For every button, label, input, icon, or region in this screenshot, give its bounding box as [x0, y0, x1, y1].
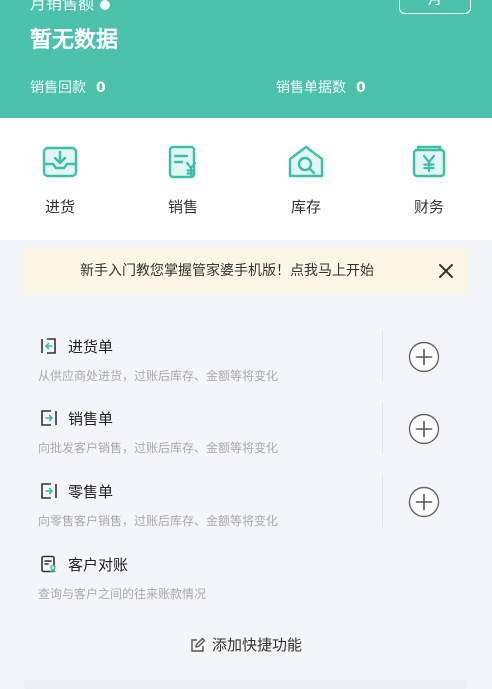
stat-value: 0: [96, 80, 106, 96]
card-title: 进货单: [68, 338, 114, 356]
next-section-card: [24, 680, 467, 689]
notice-text: 新手入门教您掌握管家婆手机版！点我马上开始: [80, 263, 374, 279]
finance-yen-icon: [412, 145, 446, 178]
stat-sales-receipt: 销售回款 0: [30, 77, 106, 97]
arrow-out-doc-icon: [41, 483, 57, 499]
card-divider: [382, 475, 383, 527]
quicknav-sales[interactable]: 销售: [143, 142, 223, 217]
info-dot-icon: [100, 0, 111, 10]
dashboard-header: 月销售额 月 暂无数据 销售回款 0 销售单据数 0: [0, 0, 492, 118]
add-retail-order-button[interactable]: [408, 486, 440, 518]
card-divider: [382, 402, 383, 454]
sales-summary-title: 暂无数据: [30, 28, 119, 53]
card-title: 客户对账: [68, 556, 129, 574]
add-shortcut-label: 添加快捷功能: [211, 636, 302, 654]
card-description: 向批发客户销售，过账后库存、金额等将变化: [38, 441, 279, 455]
inbox-download-icon: [42, 146, 78, 178]
card-description: 从供应商处进货，过账后库存、金额等将变化: [38, 369, 279, 383]
quicknav-label: 财务: [413, 198, 444, 216]
sales-doc-yen-icon: [168, 145, 197, 179]
stat-value: 0: [356, 80, 366, 96]
onboarding-notice[interactable]: 新手入门教您掌握管家婆手机版！点我马上开始: [24, 248, 467, 294]
card-title: 销售单: [68, 410, 114, 428]
card-title: 零售单: [68, 483, 114, 501]
card-divider: [382, 330, 383, 382]
stat-sales-doc-count: 销售单据数 0: [276, 77, 366, 97]
card-description: 查询与客户之间的往来账款情况: [38, 587, 207, 601]
quicknav-inventory[interactable]: 库存: [266, 142, 346, 217]
quicknav-label: 销售: [167, 198, 198, 216]
card-customer-statement[interactable]: 客户对账 查询与客户之间的往来账款情况: [24, 542, 467, 606]
customer-statement-icon: [41, 555, 57, 573]
warehouse-search-icon: [288, 145, 324, 178]
card-purchase-order[interactable]: 进货单 从供应商处进货，过账后库存、金额等将变化: [24, 324, 467, 388]
month-selector-button[interactable]: 月: [399, 0, 471, 14]
close-icon[interactable]: [435, 260, 457, 282]
arrow-out-doc-icon: [41, 410, 57, 426]
quicknav-finance[interactable]: 财务: [389, 142, 469, 217]
quicknav-purchase[interactable]: 进货: [20, 142, 100, 217]
card-sales-order[interactable]: 销售单 向批发客户销售，过账后库存、金额等将变化: [24, 396, 467, 460]
add-shortcut-button[interactable]: 添加快捷功能: [0, 634, 492, 655]
arrow-in-doc-icon: [41, 338, 56, 354]
card-retail-order[interactable]: 零售单 向零售客户销售，过账后库存、金额等将变化: [24, 469, 467, 533]
add-sales-order-button[interactable]: [408, 413, 440, 445]
card-description: 向零售客户销售，过账后库存、金额等将变化: [38, 514, 279, 528]
quick-nav: 进货 销售 库存 财务: [0, 118, 492, 240]
quicknav-label: 进货: [44, 198, 75, 216]
add-purchase-order-button[interactable]: [408, 341, 440, 373]
edit-icon: [191, 637, 206, 652]
stat-label: 销售单据数: [276, 80, 346, 96]
quicknav-label: 库存: [290, 198, 321, 216]
period-label[interactable]: 月销售额: [30, 0, 111, 14]
stat-label: 销售回款: [30, 80, 86, 96]
month-selector-label: 月: [428, 0, 442, 8]
period-label-text: 月销售额: [30, 0, 95, 13]
